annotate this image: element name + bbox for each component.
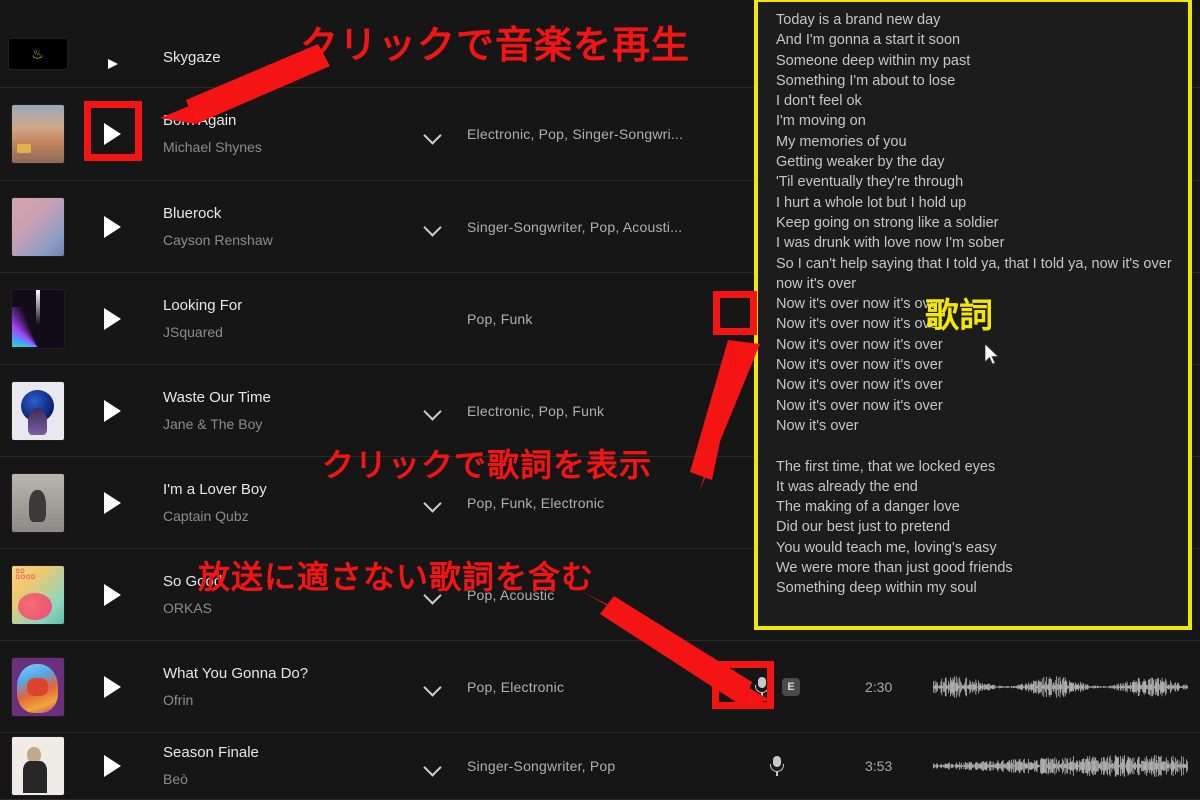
annotation-play-text: クリックで音楽を再生	[300, 23, 691, 67]
annotation-explicit-text: 放送に適さない歌詞を含む	[198, 558, 595, 596]
music-library-app: ♨Skygaze-Born AgainMichael ShynesElectro…	[0, 0, 1200, 800]
mouse-cursor-icon	[985, 344, 999, 365]
annotation-lyrics-text: クリックで歌詞を表示	[322, 446, 653, 484]
annotation-arrows	[160, 44, 770, 706]
annotation-kashi-label: 歌詞	[925, 296, 993, 336]
